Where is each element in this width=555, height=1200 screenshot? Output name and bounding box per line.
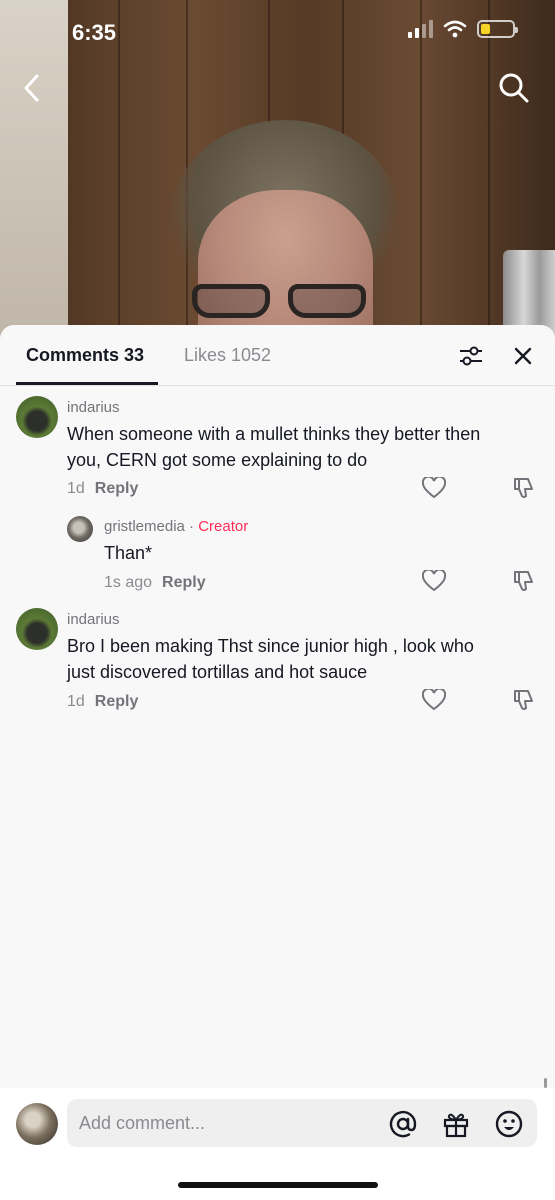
sliders-icon (460, 346, 482, 366)
status-time: 6:35 (72, 20, 117, 45)
emoji-icon (495, 1110, 523, 1138)
at-icon (389, 1110, 417, 1138)
comment-time: 1d (67, 693, 85, 710)
gift-icon (443, 1113, 469, 1138)
like-button[interactable] (421, 568, 447, 594)
comments-sheet: Comments 33 Likes 1052 indarius When som… (0, 325, 555, 1200)
like-button[interactable] (421, 687, 447, 713)
wifi-icon (443, 20, 467, 38)
thumbs-down-icon (514, 571, 533, 591)
creator-badge: Creator (198, 518, 249, 535)
video-background (0, 0, 555, 340)
dislike-button[interactable] (511, 568, 537, 594)
tab-comments[interactable]: Comments 33 (26, 345, 144, 366)
heart-icon (422, 689, 446, 711)
comments-tabs: Comments 33 Likes 1052 (0, 325, 555, 386)
avatar[interactable] (16, 396, 58, 438)
filter-button[interactable] (456, 341, 486, 371)
comment-text: Than* (104, 543, 153, 563)
search-button[interactable] (494, 68, 534, 108)
comment-username-line: gristlemedia · Creator (104, 518, 248, 535)
comment-text: Bro I been making Thst since junior high… (67, 636, 474, 682)
comment-input-container (67, 1099, 537, 1147)
tab-likes[interactable]: Likes 1052 (184, 345, 271, 366)
mention-button[interactable] (388, 1109, 418, 1139)
comment-input[interactable] (79, 1099, 379, 1147)
wall (0, 0, 68, 340)
heart-icon (422, 570, 446, 592)
comment-meta: 1d Reply (67, 693, 138, 711)
comment-username[interactable]: indarius (67, 611, 120, 628)
back-button[interactable] (12, 68, 52, 108)
heart-icon (422, 477, 446, 499)
scrollbar[interactable] (544, 1078, 547, 1088)
person-glasses (192, 284, 372, 320)
comment-username[interactable]: indarius (67, 399, 120, 416)
comment-meta: 1d Reply (67, 480, 138, 498)
comment-username[interactable]: gristlemedia (104, 518, 185, 535)
chevron-left-icon (24, 74, 39, 102)
avatar[interactable] (16, 608, 58, 650)
comment-text: When someone with a mullet thinks they b… (67, 424, 481, 470)
comment-meta: 1s ago Reply (104, 574, 206, 592)
emoji-button[interactable] (494, 1109, 524, 1139)
battery-icon (477, 20, 518, 38)
avatar[interactable] (67, 516, 93, 542)
like-button[interactable] (421, 475, 447, 501)
reply-button[interactable]: Reply (162, 574, 206, 591)
current-user-avatar (16, 1103, 58, 1145)
reply-button[interactable]: Reply (95, 480, 139, 497)
thumbs-down-icon (514, 690, 533, 710)
comment-time: 1s ago (104, 574, 153, 591)
comment-time: 1d (67, 480, 85, 497)
status-icons (408, 20, 518, 38)
home-indicator[interactable] (178, 1182, 378, 1188)
close-button[interactable] (508, 341, 538, 371)
username-separator: · (189, 518, 195, 535)
close-icon (514, 347, 532, 365)
search-icon (499, 73, 529, 103)
signal-icon (408, 20, 433, 38)
dislike-button[interactable] (511, 475, 537, 501)
active-tab-indicator (16, 382, 158, 385)
thumbs-down-icon (514, 478, 533, 498)
reply-button[interactable]: Reply (95, 693, 139, 710)
gift-button[interactable] (441, 1109, 471, 1139)
dislike-button[interactable] (511, 687, 537, 713)
